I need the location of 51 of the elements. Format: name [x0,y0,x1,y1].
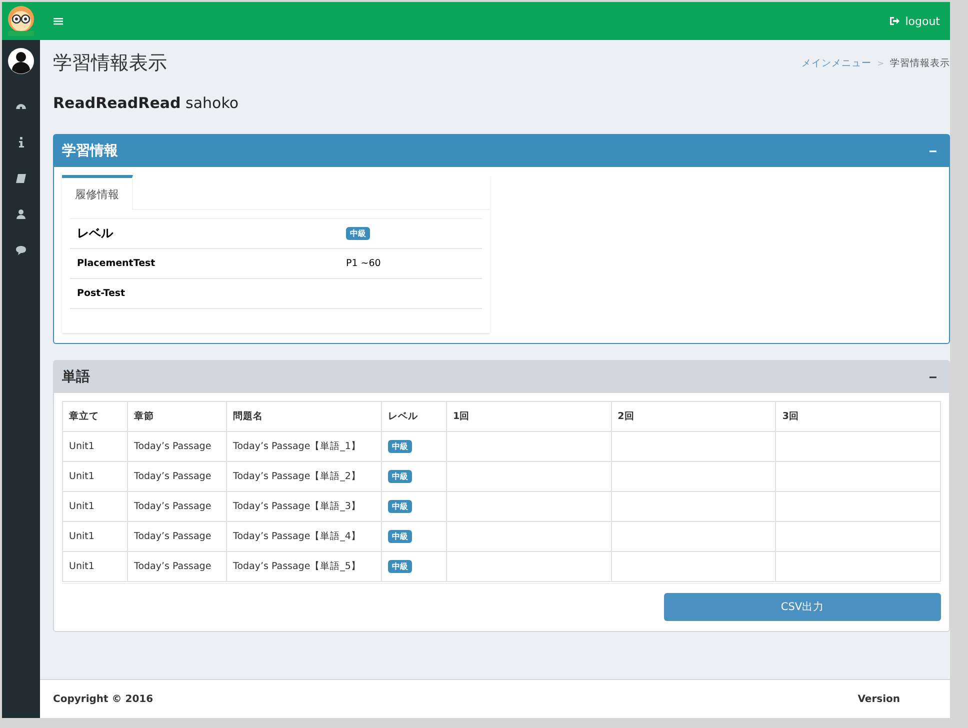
table-cell: Today’s Passage【単語_2】 [226,462,382,492]
table-cell: Unit1 [62,552,128,582]
table-cell: Post-Test [70,278,339,308]
level-badge: 中級 [388,530,412,543]
csv-button[interactable]: CSV出力 [664,593,941,621]
version-text: Version [858,694,900,704]
table-cell: Unit1 [62,432,128,462]
table-cell: レベル [70,218,339,248]
column-header: 章節 [128,402,226,432]
avatar-icon [8,48,34,74]
column-header: 2回 [611,402,776,432]
table-cell: Today’s Passage【単語_3】 [226,492,382,522]
person-icon [15,208,27,220]
breadcrumb-separator-icon: > [877,58,884,68]
table-cell: P1 ~60 [339,248,482,278]
logout-link[interactable]: logout [889,14,940,28]
panel-title: 学習情報 [62,142,118,160]
table-cell: Unit1 [62,492,128,522]
table-cell: Unit1 [62,522,128,552]
breadcrumb-current: 学習情報表示 [890,56,950,70]
table-cell: Today’s Passage【単語_5】 [226,552,382,582]
sign-out-icon [889,16,900,26]
collapse-button[interactable]: − [924,369,941,385]
level-badge: 中級 [346,227,370,240]
tab[interactable]: 履修情報 [62,175,133,210]
speech-bubble-icon [15,244,27,256]
table-cell: Today’s Passage [128,462,226,492]
table-cell: Today’s Passage [128,522,226,552]
table-cell: Unit1 [62,462,128,492]
table-cell: Today’s Passage [128,492,226,522]
column-header: レベル [382,402,446,432]
table-cell: Today’s Passage [128,432,226,462]
table-cell: Today’s Passage【単語_4】 [226,522,382,552]
column-header: 3回 [776,402,940,432]
menu-button[interactable]: ≡ [46,12,71,30]
column-header: 問題名 [226,402,382,432]
page-title: 学習情報表示 [53,51,167,76]
level-badge: 中級 [388,560,412,573]
table-cell: PlacementTest [70,248,339,278]
table-cell: Today’s Passage [128,552,226,582]
column-header: 章立て [62,402,128,432]
panel-title: 単語 [62,368,90,386]
column-header: 1回 [446,402,612,432]
level-badge: 中級 [388,470,412,483]
user-name: ReadReadRead sahoko [53,94,240,112]
level-badge: 中級 [388,500,412,513]
table-cell: Today’s Passage【単語_1】 [226,432,382,462]
copyright-text: Copyright © 2016 [53,694,154,704]
level-badge: 中級 [388,440,412,453]
collapse-button[interactable]: − [924,143,941,159]
breadcrumb-link[interactable]: メインメニュー [801,56,872,70]
